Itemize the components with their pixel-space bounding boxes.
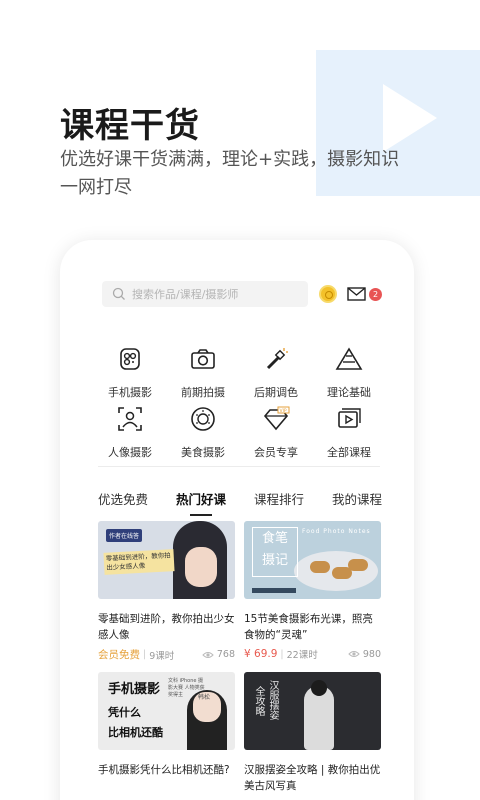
eye-icon [348, 651, 360, 657]
course-thumbnail: 食笔 摄记 Food Photo Notes [244, 521, 381, 599]
course-lessons: 22课时 [286, 650, 318, 661]
thumbnail-tag: 作者在线答 [106, 529, 143, 542]
category-label: 全部课程 [327, 446, 371, 459]
vip-diamond-icon: VIP [263, 406, 290, 431]
course-thumbnail: 汉服摆姿 全攻略 [244, 672, 381, 750]
course-meta: 会员免费 | 9课时 768 [98, 649, 235, 662]
phone-mockup: 搜索作品/课程/摄影师 2 手机摄影 前期拍摄 后期调色 理论基础 人像摄影 美… [60, 240, 414, 800]
tab-free[interactable]: 优选免费 [98, 489, 148, 508]
course-title: 汉服摆姿全攻略 | 教你拍出优美古风写真 [244, 764, 381, 792]
category-vip[interactable]: VIP 会员专享 [239, 404, 313, 460]
course-title: 手机摄影凭什么比相机还酷? [98, 764, 230, 776]
search-icon [112, 287, 125, 300]
category-label: 前期拍摄 [181, 386, 225, 399]
tab-my-courses[interactable]: 我的课程 [332, 489, 382, 508]
course-card[interactable]: 汉服摆姿 全攻略 汉服摆姿全攻略 | 教你拍出优美古风写真 [244, 672, 381, 794]
thumbnail-caption: 零基础到进阶，教你拍出少女感人像 [103, 549, 175, 575]
course-price: 会员免费 [98, 649, 140, 661]
category-phone-photography[interactable]: 手机摄影 [93, 344, 167, 400]
course-card[interactable]: 食笔 摄记 Food Photo Notes 15节美食摄影布光课，照亮食物的“… [244, 521, 381, 661]
hero-subtitle: 优选好课干货满满，理论+实践，摄影知识一网打尽 [60, 149, 400, 198]
mail-icon[interactable] [347, 287, 366, 301]
course-price: ¥ 69.9 [244, 648, 278, 660]
hero-title: 课程干货 [60, 106, 200, 146]
play-icon [383, 84, 437, 152]
course-card[interactable]: 作者在线答 零基础到进阶，教你拍出少女感人像 零基础到进阶，教你拍出少女感人像 … [98, 521, 235, 662]
category-post-processing[interactable]: 后期调色 [239, 344, 313, 400]
course-title: 15节美食摄影布光课，照亮食物的“灵魂” [244, 613, 373, 641]
coin-icon[interactable] [319, 285, 337, 303]
category-label: 美食摄影 [181, 446, 225, 459]
view-count-value: 768 [216, 649, 235, 660]
thumbnail-english: Food Photo Notes [302, 528, 371, 535]
view-count-value: 980 [362, 648, 381, 660]
thumbnail-title-box: 食笔 摄记 [252, 527, 298, 577]
category-all-courses[interactable]: 全部课程 [312, 404, 386, 460]
category-label: 人像摄影 [108, 446, 152, 459]
mail-badge: 2 [369, 288, 382, 301]
search-placeholder: 搜索作品/课程/摄影师 [132, 288, 239, 301]
course-thumbnail: 作者在线答 零基础到进阶，教你拍出少女感人像 [98, 521, 235, 599]
plate-icon [191, 407, 215, 431]
search-input[interactable]: 搜索作品/课程/摄影师 [102, 281, 308, 307]
divider [98, 466, 380, 467]
eye-icon [202, 651, 214, 658]
video-stack-icon [338, 408, 361, 428]
category-label: 手机摄影 [108, 386, 152, 399]
category-shooting[interactable]: 前期拍摄 [166, 344, 240, 400]
category-portrait[interactable]: 人像摄影 [93, 404, 167, 460]
category-label: 理论基础 [327, 386, 371, 399]
category-theory[interactable]: 理论基础 [312, 344, 386, 400]
course-title: 零基础到进阶，教你拍出少女感人像 [98, 613, 235, 641]
camera-icon [191, 349, 215, 369]
view-count: 768 [202, 649, 235, 660]
course-tabs: 优选免费 热门好课 课程排行 我的课程 [98, 489, 382, 516]
category-label: 后期调色 [254, 386, 298, 399]
course-thumbnail: 手机摄影 凭什么 比相机还酷 文科 iPhone 摄影大赛 人物类获奖得主 韩松 [98, 672, 235, 750]
portrait-icon [118, 407, 142, 431]
tab-popular[interactable]: 热门好课 [176, 489, 226, 516]
magic-wand-icon [266, 348, 288, 370]
phone-camera-icon [120, 348, 140, 370]
pyramid-icon [335, 347, 363, 370]
course-meta: ¥ 69.9 | 22课时 980 [244, 648, 381, 661]
course-lessons: 9课时 [149, 650, 175, 662]
view-count: 980 [348, 649, 381, 660]
svg-text:VIP: VIP [280, 408, 287, 414]
course-card[interactable]: 手机摄影 凭什么 比相机还酷 文科 iPhone 摄影大赛 人物类获奖得主 韩松… [98, 672, 235, 794]
tab-ranking[interactable]: 课程排行 [254, 489, 304, 508]
category-food[interactable]: 美食摄影 [166, 404, 240, 460]
category-label: 会员专享 [254, 446, 298, 459]
